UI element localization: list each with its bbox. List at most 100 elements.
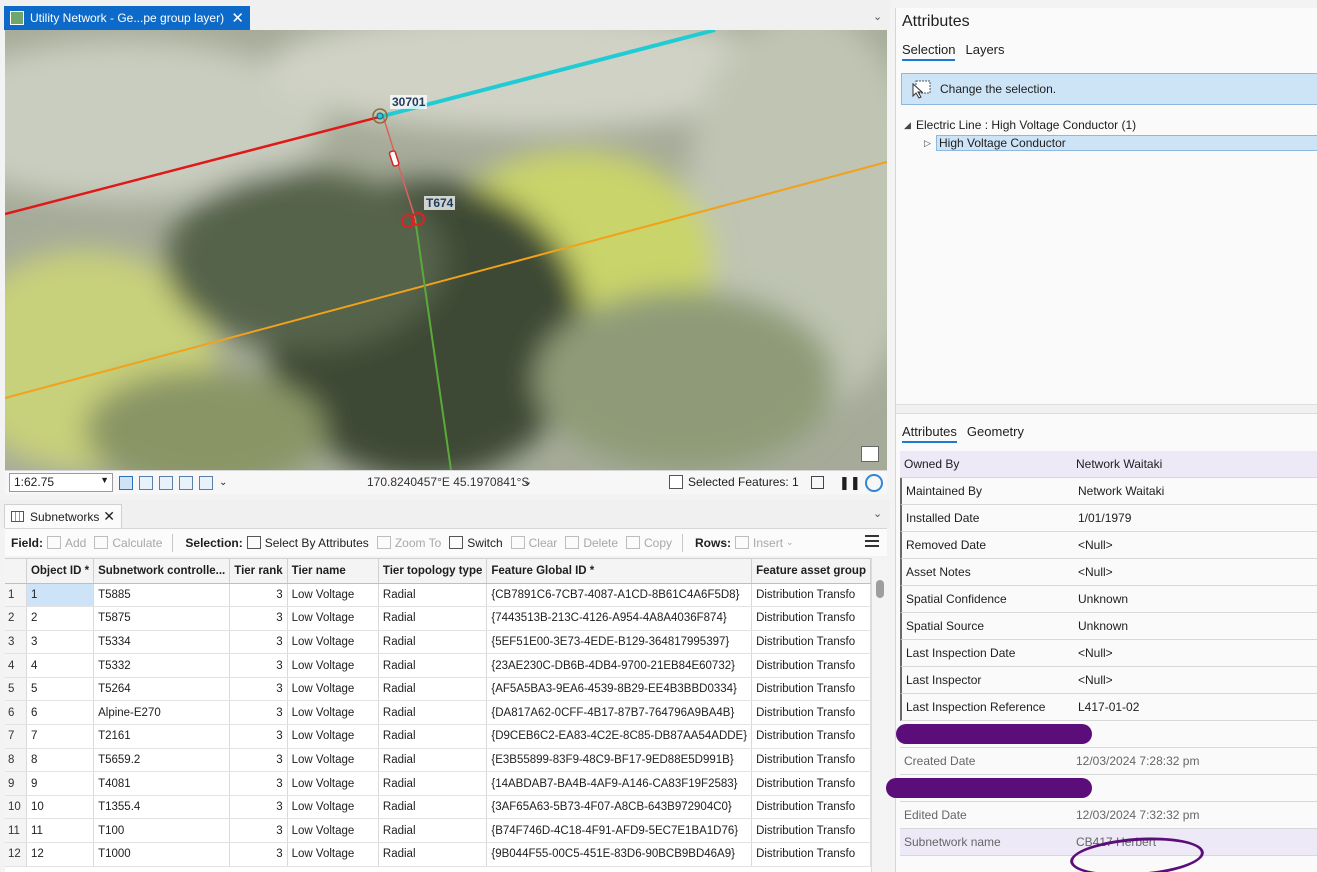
table-cell[interactable]: T4081	[93, 771, 231, 796]
attribute-value[interactable]: 12/03/2024 7:32:32 pm	[1076, 808, 1317, 822]
table-cell[interactable]: 10	[26, 795, 95, 820]
grid-snap-icon[interactable]	[119, 475, 133, 490]
row-number[interactable]: 5	[5, 677, 27, 702]
attribute-value[interactable]: L417-01-02	[1078, 700, 1317, 714]
attribute-row[interactable]: Created Date 12/03/2024 7:28:32 pm	[900, 748, 1317, 775]
column-header[interactable]: Feature Global ID *	[486, 559, 753, 584]
table-cell[interactable]: Low Voltage	[287, 606, 379, 631]
table-cell[interactable]: Distribution Transfo	[751, 748, 871, 773]
table-cell[interactable]: 3	[229, 795, 288, 820]
chevron-down-icon[interactable]: ⌄	[873, 10, 882, 23]
chevron-down-icon[interactable]: ⌄	[523, 475, 532, 488]
table-cell[interactable]: Low Voltage	[287, 818, 379, 844]
table-cell[interactable]: Distribution Transfo	[751, 653, 871, 678]
table-cell[interactable]: 3	[229, 818, 288, 844]
table-row[interactable]: 7 7 T2161 3 Low Voltage Radial {D9CEB6C2-EA83-…	[5, 724, 871, 749]
switch-button[interactable]: Switch	[449, 536, 503, 550]
table-cell[interactable]: Low Voltage	[287, 795, 379, 820]
table-cell[interactable]: Radial	[378, 677, 488, 702]
table-cell[interactable]: 3	[229, 583, 288, 608]
snapping-icon[interactable]	[159, 475, 173, 490]
clear-button[interactable]: Clear	[510, 536, 557, 550]
table-cell[interactable]: {5EF51E00-3E73-4EDE-B129-364817995397}	[486, 630, 753, 655]
table-row[interactable]: 9 9 T4081 3 Low Voltage Radial {14ABDAB7-BA4B-…	[5, 771, 871, 796]
map-tab[interactable]: Utility Network - Ge...pe group layer) ✕	[4, 6, 250, 30]
copy-button[interactable]: Copy	[626, 536, 672, 550]
table-cell[interactable]: Low Voltage	[287, 677, 379, 702]
table-cell[interactable]: Distribution Transfo	[751, 818, 871, 844]
table-cell[interactable]: Distribution Transfo	[751, 677, 871, 702]
scale-select[interactable]: 1:62.75 ▼	[9, 473, 113, 492]
attribute-row[interactable]: Edited By	[886, 775, 1317, 802]
row-number[interactable]: 6	[5, 700, 27, 726]
table-cell[interactable]: 1	[26, 583, 95, 608]
table-cell[interactable]: 3	[229, 748, 288, 773]
table-cell[interactable]: 2	[26, 606, 95, 631]
attribute-value[interactable]: Unknown	[1078, 619, 1317, 633]
table-cell[interactable]: Radial	[378, 653, 488, 678]
chevron-down-icon[interactable]: ⌄	[219, 477, 227, 488]
table-cell[interactable]: 3	[229, 724, 288, 749]
close-icon[interactable]: ✕	[103, 508, 115, 525]
table-cell[interactable]: {DA817A62-0CFF-4B17-87B7-764796A9BA4B}	[486, 700, 753, 726]
attribute-row[interactable]: Maintained By Network Waitaki	[900, 478, 1317, 505]
table-cell[interactable]: T1000	[93, 842, 231, 867]
row-number[interactable]: 3	[5, 630, 27, 655]
table-cell[interactable]: {D9CEB6C2-EA83-4C2E-8C85-DB87AA54ADDE}	[486, 724, 753, 749]
zoom-to-button[interactable]: Zoom To	[376, 536, 441, 550]
table-cell[interactable]: Distribution Transfo	[751, 606, 871, 631]
table-cell[interactable]: Low Voltage	[287, 630, 379, 655]
table-cell[interactable]: 12	[26, 842, 95, 867]
table-cell[interactable]: T100	[93, 818, 231, 844]
table-cell[interactable]: T5875	[93, 606, 231, 631]
row-number[interactable]: 10	[5, 795, 27, 820]
hamburger-menu-icon[interactable]	[865, 535, 879, 547]
column-header[interactable]: Tier topology type	[378, 559, 488, 584]
select-by-attributes-button[interactable]: Select By Attributes	[246, 536, 369, 550]
table-cell[interactable]: {AF5A5BA3-9EA6-4539-8B29-EE4B3BBD0334}	[486, 677, 753, 702]
table-cell[interactable]: Radial	[378, 606, 488, 631]
pause-icon[interactable]: ❚❚	[839, 475, 861, 491]
table-cell[interactable]: Radial	[378, 630, 488, 655]
tab-attributes[interactable]: Attributes	[902, 424, 957, 443]
table-cell[interactable]: Low Voltage	[287, 842, 379, 867]
table-row[interactable]: 6 6 Alpine-E270 3 Low Voltage Radial {DA817A62…	[5, 700, 871, 726]
table-cell[interactable]: 9	[26, 771, 95, 796]
map-overlay-icon[interactable]	[861, 446, 879, 462]
table-cell[interactable]: Distribution Transfo	[751, 771, 871, 796]
tree-child-row[interactable]: ▷ High Voltage Conductor	[904, 134, 1317, 152]
table-cell[interactable]: 3	[229, 653, 288, 678]
row-number[interactable]: 1	[5, 583, 27, 608]
attribute-row[interactable]: Removed Date <Null>	[900, 532, 1317, 559]
table-cell[interactable]: 11	[26, 818, 95, 844]
attribute-value[interactable]: 12/03/2024 7:28:32 pm	[1076, 754, 1317, 768]
add-field-button[interactable]: Add	[47, 536, 86, 550]
table-cell[interactable]: Radial	[378, 700, 488, 726]
table-cell[interactable]: Radial	[378, 724, 488, 749]
tab-selection[interactable]: Selection	[902, 42, 956, 61]
table-cell[interactable]: 6	[26, 700, 95, 726]
table-cell[interactable]: 3	[229, 842, 288, 867]
table-cell[interactable]: Low Voltage	[287, 653, 379, 678]
constraints-icon[interactable]	[179, 475, 193, 490]
change-selection-banner[interactable]: Change the selection.	[901, 73, 1317, 105]
table-scrollbar[interactable]	[871, 558, 887, 872]
insert-button[interactable]: Insert ⌄	[735, 536, 794, 550]
table-row[interactable]: 3 3 T5334 3 Low Voltage Radial {5EF51E00-3E73-…	[5, 630, 871, 655]
row-number[interactable]: 8	[5, 748, 27, 773]
table-cell[interactable]: Alpine-E270	[93, 700, 231, 726]
table-row[interactable]: 8 8 T5659.2 3 Low Voltage Radial {E3B55899-83F…	[5, 748, 871, 773]
table-cell[interactable]: 7	[26, 724, 95, 749]
table-cell[interactable]: Low Voltage	[287, 700, 379, 726]
attribute-value[interactable]: <Null>	[1078, 673, 1317, 687]
table-cell[interactable]: Radial	[378, 771, 488, 796]
table-cell[interactable]: {3AF65A63-5B73-4F07-A8CB-643B972904C0}	[486, 795, 753, 820]
table-cell[interactable]: T5885	[93, 583, 231, 608]
attribute-row[interactable]: Last Inspection Date <Null>	[900, 640, 1317, 667]
table-cell[interactable]: T2161	[93, 724, 231, 749]
table-row[interactable]: 2 2 T5875 3 Low Voltage Radial {7443513B-213C-…	[5, 606, 871, 631]
grid-icon[interactable]	[139, 475, 153, 490]
attribute-value[interactable]: Network Waitaki	[1076, 457, 1317, 471]
table-icon[interactable]	[811, 476, 824, 489]
table-cell[interactable]: Distribution Transfo	[751, 630, 871, 655]
